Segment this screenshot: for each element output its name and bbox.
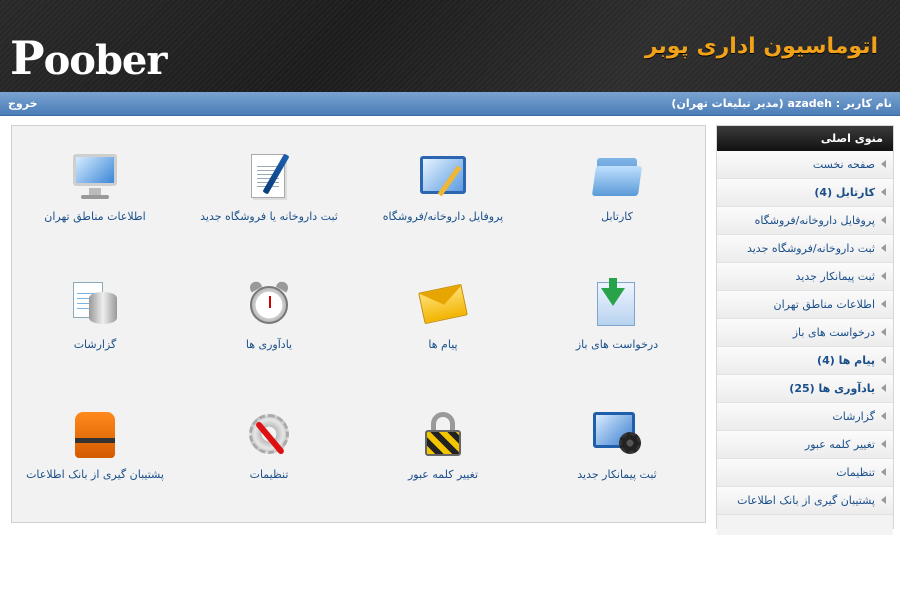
sidebar-item-label: اطلاعات مناطق تهران (773, 298, 875, 311)
arrow-left-icon (881, 328, 886, 336)
arrow-left-icon (881, 384, 886, 392)
tile-label: درخواست های باز (575, 338, 659, 351)
tile-settings[interactable]: تنظیمات (189, 408, 349, 482)
sidebar-item-label: تنظیمات (836, 466, 875, 479)
sidebar-item-label: پشتیبان گیری از بانک اطلاعات (737, 494, 875, 507)
arrow-left-icon (881, 160, 886, 168)
sidebar-item-label: پروفایل داروخانه/فروشگاه (754, 214, 875, 227)
database-report-icon (69, 278, 121, 330)
profile-picture-icon (417, 150, 469, 202)
padlock-icon (417, 408, 469, 460)
tile-label: اطلاعات مناطق تهران (44, 210, 146, 223)
tile-label: پروفایل داروخانه/فروشگاه (382, 210, 504, 223)
sidebar-item-label: صفحه نخست (812, 158, 875, 171)
arrow-left-icon (881, 468, 886, 476)
tile-new-pharmacy[interactable]: ثبت داروخانه یا فروشگاه جدید (189, 150, 349, 224)
logout-link[interactable]: خروج (8, 97, 38, 110)
arrow-left-icon (881, 272, 886, 280)
tile-change-password[interactable]: تغییر کلمه عبور (363, 408, 523, 482)
arrow-left-icon (881, 496, 886, 504)
sidebar-item-home[interactable]: صفحه نخست (717, 151, 893, 179)
sidebar-item-reports[interactable]: گزارشات (717, 403, 893, 431)
poober-logo[interactable]: Poober (10, 35, 168, 84)
envelope-icon (417, 278, 469, 330)
app-title: اتوماسیون اداری پوبر (644, 34, 878, 59)
settings-screen-icon (591, 408, 643, 460)
sidebar-item-messages[interactable]: پیام ها (4) (717, 347, 893, 375)
sidebar-item-label: کارتابل (4) (814, 186, 875, 199)
sidebar-item-label: یادآوری ها (25) (789, 382, 875, 395)
folder-icon (591, 150, 643, 202)
sidebar-item-label: ثبت پیمانکار جدید (795, 270, 875, 283)
alarm-clock-icon (243, 278, 295, 330)
logo-text: oober (43, 37, 168, 84)
sidebar-item-kartabl[interactable]: کارتابل (4) (717, 179, 893, 207)
dashboard-panel: کارتابل پروفایل داروخانه/فروشگاه ثبت دار… (11, 125, 706, 523)
tile-label: گزارشات (73, 338, 117, 351)
user-info: نام کاربر : azadeh (مدیر تبلیغات تهران) (671, 97, 892, 110)
sidebar-item-change-password[interactable]: تغییر کلمه عبور (717, 431, 893, 459)
user-bar: نام کاربر : azadeh (مدیر تبلیغات تهران) … (0, 92, 900, 116)
user-label: نام کاربر : (835, 97, 892, 110)
sidebar-item-backup[interactable]: پشتیبان گیری از بانک اطلاعات (717, 487, 893, 515)
user-role: (مدیر تبلیغات تهران) (671, 97, 784, 110)
arrow-left-icon (881, 188, 886, 196)
document-pen-icon (243, 150, 295, 202)
tile-backup[interactable]: پشتیبان گیری از بانک اطلاعات (15, 408, 175, 482)
tile-pharmacy-profile[interactable]: پروفایل داروخانه/فروشگاه (363, 150, 523, 224)
tile-reports[interactable]: گزارشات (15, 278, 175, 352)
logo-letter: P (10, 31, 45, 85)
main-menu-title: منوی اصلی (717, 126, 893, 151)
tile-label: تغییر کلمه عبور (407, 468, 479, 481)
main-menu: منوی اصلی صفحه نخست کارتابل (4) پروفایل … (716, 125, 894, 535)
sidebar-item-label: گزارشات (832, 410, 875, 423)
sidebar-item-new-pharmacy[interactable]: ثبت داروخانه/فروشگاه جدید (717, 235, 893, 263)
tile-tehran-regions[interactable]: اطلاعات مناطق تهران (15, 150, 175, 224)
sidebar-item-reminders[interactable]: یادآوری ها (25) (717, 375, 893, 403)
tile-label: یادآوری ها (245, 338, 293, 351)
life-vest-icon (69, 408, 121, 460)
sidebar-item-pharmacy-profile[interactable]: پروفایل داروخانه/فروشگاه (717, 207, 893, 235)
arrow-left-icon (881, 244, 886, 252)
arrow-left-icon (881, 300, 886, 308)
tile-label: ثبت پیمانکار جدید (577, 468, 657, 481)
monitor-icon (69, 150, 121, 202)
sidebar-item-label: درخواست های باز (792, 326, 875, 339)
tile-kartabl[interactable]: کارتابل (537, 150, 697, 224)
app-header: Poober اتوماسیون اداری پوبر (0, 0, 900, 92)
arrow-left-icon (881, 440, 886, 448)
gear-wrench-icon (243, 408, 295, 460)
tile-label: پشتیبان گیری از بانک اطلاعات (26, 468, 164, 481)
arrow-left-icon (881, 356, 886, 364)
sidebar-item-label: ثبت داروخانه/فروشگاه جدید (746, 242, 875, 255)
arrow-left-icon (881, 412, 886, 420)
download-documents-icon (591, 278, 643, 330)
tile-label: کارتابل (601, 210, 633, 223)
sidebar-item-new-contractor[interactable]: ثبت پیمانکار جدید (717, 263, 893, 291)
sidebar-item-tehran-regions[interactable]: اطلاعات مناطق تهران (717, 291, 893, 319)
tile-messages[interactable]: پیام ها (363, 278, 523, 352)
tile-label: پیام ها (428, 338, 458, 351)
username: azadeh (787, 97, 832, 110)
tile-new-contractor[interactable]: ثبت پیمانکار جدید (537, 408, 697, 482)
tile-reminders[interactable]: یادآوری ها (189, 278, 349, 352)
sidebar-item-settings[interactable]: تنظیمات (717, 459, 893, 487)
tile-open-requests[interactable]: درخواست های باز (537, 278, 697, 352)
sidebar-item-label: پیام ها (4) (817, 354, 875, 367)
tile-label: ثبت داروخانه یا فروشگاه جدید (200, 210, 338, 223)
sidebar-item-label: تغییر کلمه عبور (804, 438, 875, 451)
arrow-left-icon (881, 216, 886, 224)
sidebar-item-open-requests[interactable]: درخواست های باز (717, 319, 893, 347)
sidebar-footer (717, 515, 893, 535)
tile-label: تنظیمات (249, 468, 289, 481)
